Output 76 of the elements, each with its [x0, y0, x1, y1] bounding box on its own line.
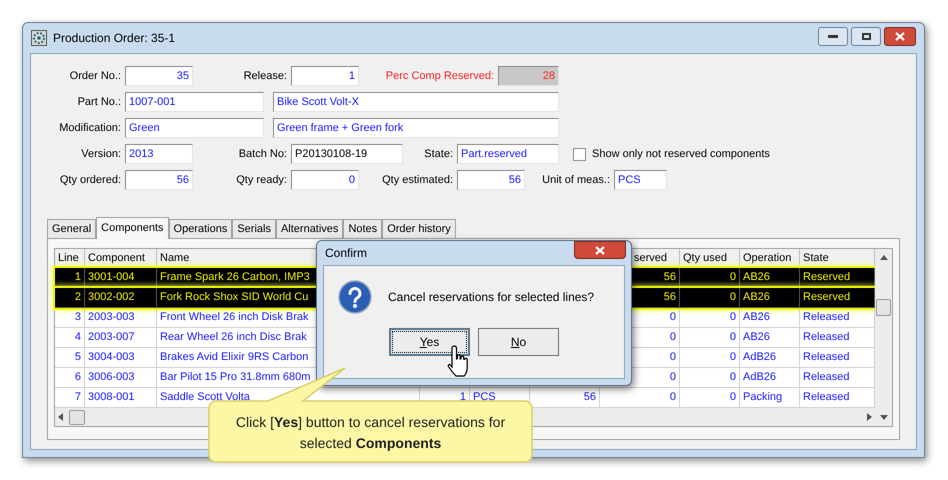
table-cell-text: 1: [460, 390, 466, 406]
field-label: Unit of meas.:: [542, 172, 610, 188]
table-cell-text: 0: [730, 350, 736, 366]
table-cell-text: AdB26: [743, 370, 776, 386]
table-cell-text: Released: [803, 310, 850, 326]
table-cell-text: 0: [670, 390, 676, 406]
table-cell-text: 3008-001: [88, 390, 134, 406]
table-cell-text: Fork Rock Shox SID World Cu: [160, 290, 308, 306]
table-cell-text: 56: [664, 290, 676, 306]
table-cell-text: Reserved: [803, 270, 850, 286]
field-label: Version:: [81, 146, 121, 162]
table-cell-text: Bar Pilot 15 Pro 31.8mm 680m: [160, 370, 310, 386]
table-cell-text: AB26: [743, 290, 770, 306]
table-cell-text: Released: [803, 350, 850, 366]
table-cell-text: AB26: [743, 330, 770, 346]
table-cell-text: 3006-003: [88, 370, 134, 386]
table-cell-text: Frame Spark 26 Carbon, IMP3: [160, 270, 310, 286]
table-cell-text: 3: [74, 310, 81, 326]
table-cell-text: 0: [730, 390, 736, 406]
column-header: Name: [160, 250, 190, 266]
table-cell-text: Brakes Avid Elixir 9RS Carbon: [160, 350, 308, 366]
table-cell-text: AB26: [743, 270, 770, 286]
field-label: Qty estimated:: [382, 172, 453, 188]
table-cell-text: Released: [803, 390, 850, 406]
table-cell-text: 2003-007: [88, 330, 134, 346]
table-cell-text: 2003-003: [88, 310, 134, 326]
table-cell-text: 0: [670, 370, 676, 386]
column-header: Component: [88, 250, 145, 266]
field-label: Modification:: [59, 120, 121, 136]
checkbox-label: Show only not reserved components: [592, 146, 770, 162]
field-label: Perc Comp Reserved:: [386, 68, 494, 84]
field-label: Qty ordered:: [60, 172, 121, 188]
field-label: Order No.:: [70, 68, 121, 84]
dialog-message: Cancel reservations for selected lines?: [388, 289, 594, 306]
table-cell-text: 3001-004: [88, 270, 134, 286]
column-header: Line: [58, 250, 79, 266]
table-cell-text: 0: [730, 290, 736, 306]
table-cell-text: Rear Wheel 26 inch Disc Brak: [160, 330, 307, 346]
table-cell-text: 56: [584, 390, 596, 406]
field-label: Part No.:: [78, 94, 121, 110]
field-label: State:: [424, 146, 453, 162]
table-cell-text: Reserved: [803, 290, 850, 306]
table-cell-text: Front Wheel 26 inch Disk Brak: [160, 310, 309, 326]
table-cell-text: 7: [74, 390, 81, 406]
dialog-title: Confirm: [325, 245, 368, 262]
table-cell-text: PCS: [473, 390, 496, 406]
column-header: Operation: [743, 250, 792, 266]
column-header: served: [634, 250, 668, 266]
table-cell-text: 0: [730, 310, 736, 326]
field-label: Batch No:: [238, 146, 287, 162]
table-cell-text: 5: [74, 350, 81, 366]
table-cell-text: 1: [74, 270, 81, 286]
table-cell-text: AdB26: [743, 350, 776, 366]
table-cell-text: 3004-003: [88, 350, 134, 366]
table-cell-text: 4: [74, 330, 81, 346]
table-cell-text: Released: [803, 370, 850, 386]
window-title: Production Order: 35-1: [53, 30, 176, 47]
field-label: Release:: [244, 68, 287, 84]
table-cell-text: 0: [670, 350, 676, 366]
table-cell-text: 3002-002: [88, 290, 134, 306]
column-header: Qty used: [683, 250, 728, 266]
table-cell-text: 0: [670, 330, 676, 346]
table-cell-text: 0: [670, 310, 676, 326]
table-cell-text: 0: [730, 370, 736, 386]
table-cell-text: 2: [74, 290, 81, 306]
table-cell-text: 0: [730, 270, 736, 286]
table-cell-text: Packing: [743, 390, 782, 406]
table-cell-text: 0: [730, 330, 736, 346]
callout-text: Click [Yes] button to cancel reservations for selected Components: [234, 413, 506, 453]
column-header: State: [803, 250, 829, 266]
table-cell-text: 56: [664, 270, 676, 286]
table-cell-text: Saddle Scott Volta: [160, 390, 250, 406]
table-cell-text: 6: [74, 370, 81, 386]
table-cell-text: Released: [803, 330, 850, 346]
table-cell-text: AB26: [743, 310, 770, 326]
field-label: Qty ready:: [236, 172, 287, 188]
